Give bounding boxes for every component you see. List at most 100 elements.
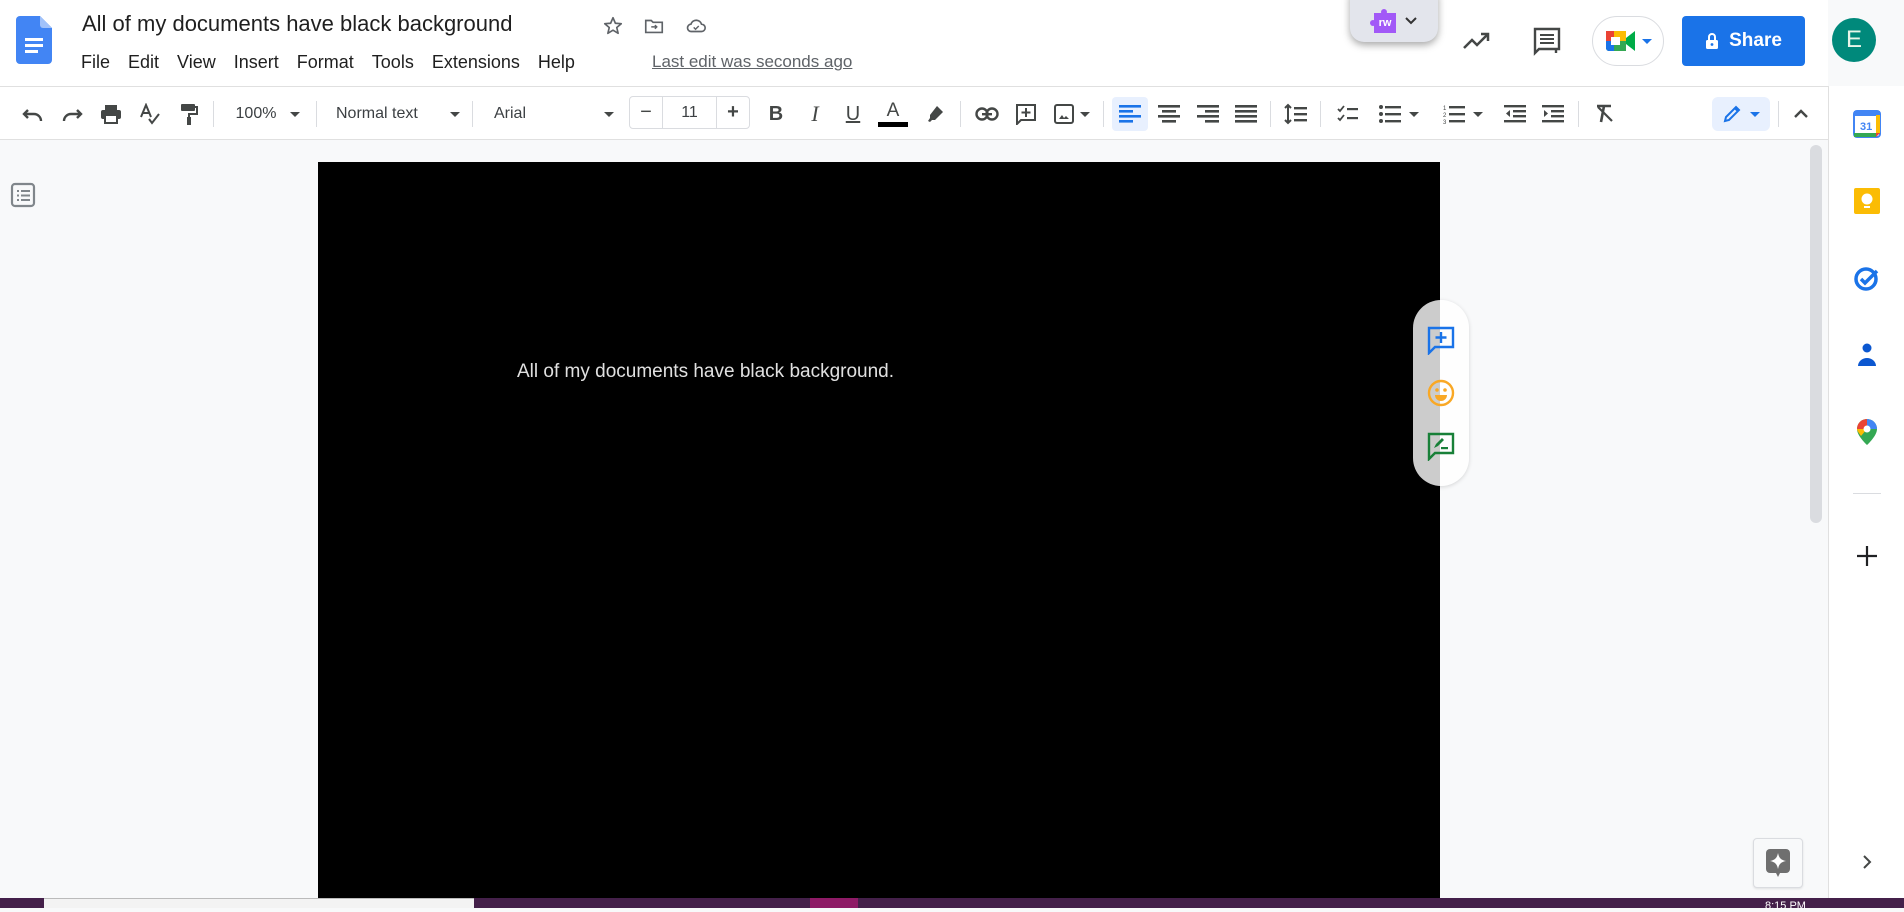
document-outline-icon[interactable] xyxy=(10,182,38,210)
share-button[interactable]: Share xyxy=(1682,16,1805,66)
vertical-scrollbar[interactable] xyxy=(1810,145,1822,523)
insert-link-icon[interactable] xyxy=(972,99,1002,129)
last-edit-link[interactable]: Last edit was seconds ago xyxy=(652,52,852,72)
highlight-color-icon[interactable] xyxy=(920,99,950,129)
zoom-select[interactable]: 100% xyxy=(226,99,310,129)
taskbar-active-app[interactable] xyxy=(810,898,858,908)
paragraph-style-select[interactable]: Normal text xyxy=(330,99,466,129)
menu-bar: File Edit View Insert Format Tools Exten… xyxy=(72,50,584,75)
emoji-reaction-icon[interactable] xyxy=(1426,378,1456,408)
chevron-down-icon xyxy=(1405,17,1417,25)
align-left-icon[interactable] xyxy=(1112,97,1148,131)
add-comment-icon[interactable] xyxy=(1426,325,1456,356)
meet-icon xyxy=(1606,31,1635,51)
caret-down-icon xyxy=(1473,111,1483,117)
explore-sparkle-icon xyxy=(1766,849,1790,877)
document-title[interactable]: All of my documents have black backgroun… xyxy=(82,11,512,37)
menu-view[interactable]: View xyxy=(168,50,225,75)
toolbar-divider xyxy=(1320,101,1321,127)
extension-label: rw xyxy=(1374,13,1396,33)
calendar-icon[interactable]: 31 xyxy=(1853,110,1881,138)
extension-popup-button[interactable]: rw xyxy=(1350,0,1438,42)
bold-icon[interactable]: B xyxy=(761,99,791,129)
comments-icon[interactable] xyxy=(1532,26,1562,56)
menu-format[interactable]: Format xyxy=(288,50,363,75)
svg-text:2: 2 xyxy=(1443,113,1447,119)
toolbar-divider xyxy=(213,101,214,127)
toolbar-divider xyxy=(960,101,961,127)
menu-edit[interactable]: Edit xyxy=(119,50,168,75)
font-family-value: Arial xyxy=(494,105,527,122)
editing-mode-button[interactable] xyxy=(1712,97,1770,131)
side-panel: 31 xyxy=(1828,86,1904,898)
docs-logo-icon[interactable] xyxy=(16,16,52,64)
paint-format-icon[interactable] xyxy=(174,99,204,129)
insert-image-button[interactable] xyxy=(1050,99,1094,129)
toolbar-divider xyxy=(1778,101,1779,127)
toolbar-divider xyxy=(1578,101,1579,127)
caret-down-icon xyxy=(1750,111,1760,117)
decrease-indent-icon[interactable] xyxy=(1500,99,1530,129)
taskbar-clock: 8:15 PM xyxy=(1765,900,1806,912)
move-to-folder-icon[interactable] xyxy=(642,14,666,38)
align-center-icon[interactable] xyxy=(1154,99,1184,129)
add-comment-icon[interactable] xyxy=(1011,99,1041,129)
maps-icon[interactable] xyxy=(1853,418,1881,446)
toolbar-divider xyxy=(472,101,473,127)
menu-insert[interactable]: Insert xyxy=(225,50,288,75)
document-body-text[interactable]: All of my documents have black backgroun… xyxy=(517,361,894,383)
meet-caret-icon xyxy=(1642,38,1652,44)
menu-extensions[interactable]: Extensions xyxy=(423,50,529,75)
side-panel-divider xyxy=(1853,493,1881,494)
checklist-icon[interactable] xyxy=(1333,99,1363,129)
line-spacing-icon[interactable] xyxy=(1281,99,1311,129)
keep-icon[interactable] xyxy=(1853,187,1881,215)
spellcheck-icon[interactable] xyxy=(135,99,165,129)
tasks-icon[interactable] xyxy=(1853,264,1881,292)
get-addons-plus-icon[interactable] xyxy=(1853,542,1881,570)
increase-font-size-button[interactable]: + xyxy=(717,97,749,128)
text-color-icon[interactable]: A xyxy=(876,99,910,129)
pencil-icon xyxy=(1723,105,1741,123)
menu-tools[interactable]: Tools xyxy=(363,50,423,75)
svg-text:3: 3 xyxy=(1443,120,1447,124)
caret-down-icon xyxy=(1080,111,1090,117)
activity-dashboard-icon[interactable] xyxy=(1462,28,1492,52)
header: All of my documents have black backgroun… xyxy=(0,0,1876,86)
print-icon[interactable] xyxy=(96,99,126,129)
decrease-font-size-button[interactable]: − xyxy=(630,97,663,128)
meet-button[interactable] xyxy=(1592,16,1664,66)
menu-help[interactable]: Help xyxy=(529,50,584,75)
floating-action-menu xyxy=(1413,300,1469,486)
italic-icon[interactable]: I xyxy=(800,99,830,129)
suggest-edits-icon[interactable] xyxy=(1426,431,1456,461)
document-page[interactable] xyxy=(318,162,1440,898)
share-label: Share xyxy=(1729,30,1782,51)
numbered-list-button[interactable]: 123 xyxy=(1440,99,1486,129)
show-side-panel-chevron-icon[interactable] xyxy=(1853,848,1881,876)
taskbar-search-box[interactable] xyxy=(44,898,474,908)
star-icon[interactable] xyxy=(601,14,625,38)
contacts-icon[interactable] xyxy=(1853,341,1881,369)
explore-button[interactable] xyxy=(1753,838,1803,888)
account-avatar[interactable]: E xyxy=(1832,18,1876,62)
justify-icon[interactable] xyxy=(1231,99,1261,129)
toolbar: 100% Normal text Arial − 11 + B I U A 1 … xyxy=(0,86,1828,140)
undo-icon[interactable] xyxy=(18,99,48,129)
underline-icon[interactable]: U xyxy=(838,99,868,129)
calendar-day: 31 xyxy=(1860,121,1872,133)
hide-menus-chevron-up-icon[interactable] xyxy=(1786,99,1816,129)
redo-icon[interactable] xyxy=(57,99,87,129)
caret-down-icon xyxy=(450,111,460,117)
font-family-select[interactable]: Arial xyxy=(484,99,620,129)
align-right-icon[interactable] xyxy=(1193,99,1223,129)
increase-indent-icon[interactable] xyxy=(1538,99,1568,129)
clear-formatting-icon[interactable] xyxy=(1590,99,1620,129)
cloud-saved-icon[interactable] xyxy=(684,14,708,38)
bulleted-list-button[interactable] xyxy=(1376,99,1422,129)
caret-down-icon xyxy=(604,111,614,117)
zoom-value: 100% xyxy=(235,105,277,122)
caret-down-icon xyxy=(1409,111,1419,117)
menu-file[interactable]: File xyxy=(72,50,119,75)
font-size-input[interactable]: 11 xyxy=(663,97,717,128)
